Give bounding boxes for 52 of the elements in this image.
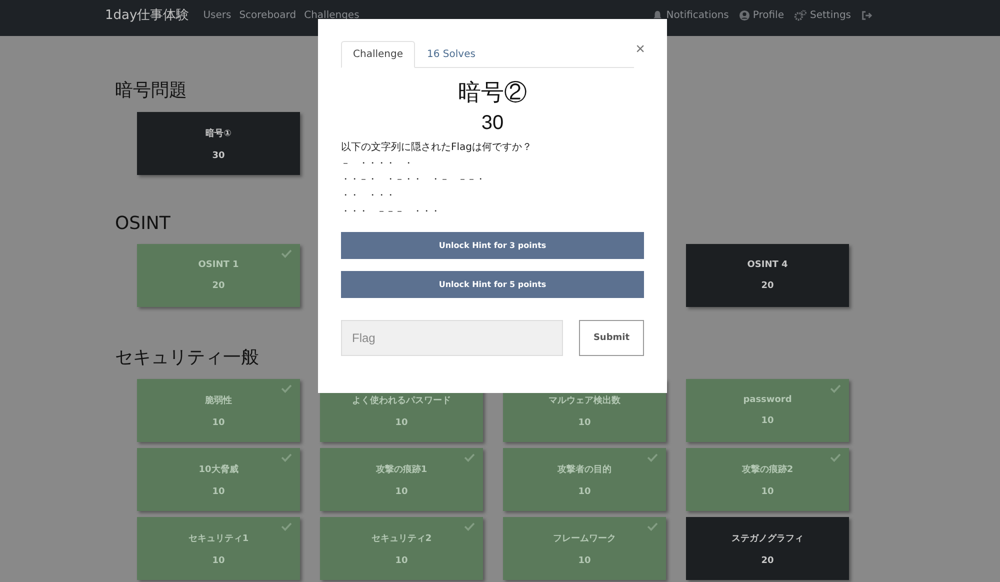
nav-link[interactable]: Profile <box>738 10 784 20</box>
category-heading: 暗号問題 <box>115 79 187 102</box>
submit-button[interactable]: Submit <box>579 320 644 356</box>
challenge-card[interactable]: 攻撃者の目的 10 <box>503 448 666 511</box>
nav-link[interactable]: Users <box>203 10 232 20</box>
challenge-card[interactable]: 攻撃の痕跡1 10 <box>320 448 483 511</box>
challenge-card[interactable]: 暗号① 30 <box>137 112 300 175</box>
check-icon <box>830 384 841 393</box>
challenge-card[interactable]: セキュリティ2 10 <box>320 517 483 580</box>
check-icon <box>830 453 841 462</box>
code-line: ・・－・ ・－・・ ・－ －－・ <box>341 174 486 187</box>
settings-icon <box>794 10 807 20</box>
close-button[interactable]: × <box>636 41 645 59</box>
check-icon <box>647 453 658 462</box>
check-icon <box>464 522 475 531</box>
check-icon <box>281 249 292 258</box>
category-heading: セキュリティ一般 <box>115 346 259 369</box>
challenge-title: 暗号② <box>457 78 528 107</box>
tab[interactable]: 16 Solves <box>415 41 488 68</box>
nav-link[interactable]: Scoreboard <box>239 10 296 20</box>
challenge-card[interactable]: OSINT 4 20 <box>686 244 849 307</box>
challenge-card[interactable]: フレームワーク 10 <box>503 517 666 580</box>
brand-link[interactable]: 1day仕事体験 <box>105 6 190 24</box>
unlock-hint-button[interactable]: Unlock Hint for 3 points <box>341 232 644 259</box>
nav-link[interactable]: Notifications <box>652 10 729 20</box>
logout-icon <box>861 10 872 20</box>
category-heading: OSINT <box>115 213 170 234</box>
unlock-hint-button[interactable]: Unlock Hint for 5 points <box>341 271 644 298</box>
check-icon <box>281 453 292 462</box>
challenge-card[interactable]: 攻撃の痕跡2 10 <box>686 448 849 511</box>
challenge-card[interactable]: ステガノグラフィ 20 <box>686 517 849 580</box>
flag-input[interactable]: Flag <box>341 320 563 356</box>
challenge-description: 以下の文字列に隠されたFlagは何ですか？ <box>341 140 534 154</box>
check-icon <box>281 522 292 531</box>
code-line: ・・ ・・・ <box>341 190 396 203</box>
check-icon <box>281 384 292 393</box>
challenge-card[interactable]: password 10 <box>686 379 849 442</box>
nav-link[interactable]: Settings <box>794 10 851 20</box>
check-icon <box>464 453 475 462</box>
challenge-card[interactable]: 10大脅威 10 <box>137 448 300 511</box>
check-icon <box>647 522 658 531</box>
user-icon <box>738 10 750 20</box>
nav-link[interactable]: Challenges <box>304 10 360 20</box>
challenge-card[interactable]: OSINT 1 20 <box>137 244 300 307</box>
nav-link[interactable] <box>861 10 872 20</box>
bell-icon <box>652 10 664 20</box>
code-line: － ・・・・ ・ <box>341 158 414 171</box>
challenge-card[interactable]: 脆弱性 10 <box>137 379 300 442</box>
code-line: ・・・ －－－ ・・・ <box>341 206 441 219</box>
challenge-card[interactable]: セキュリティ1 10 <box>137 517 300 580</box>
tab[interactable]: Challenge <box>341 41 415 68</box>
challenge-points: 30 <box>480 112 505 135</box>
